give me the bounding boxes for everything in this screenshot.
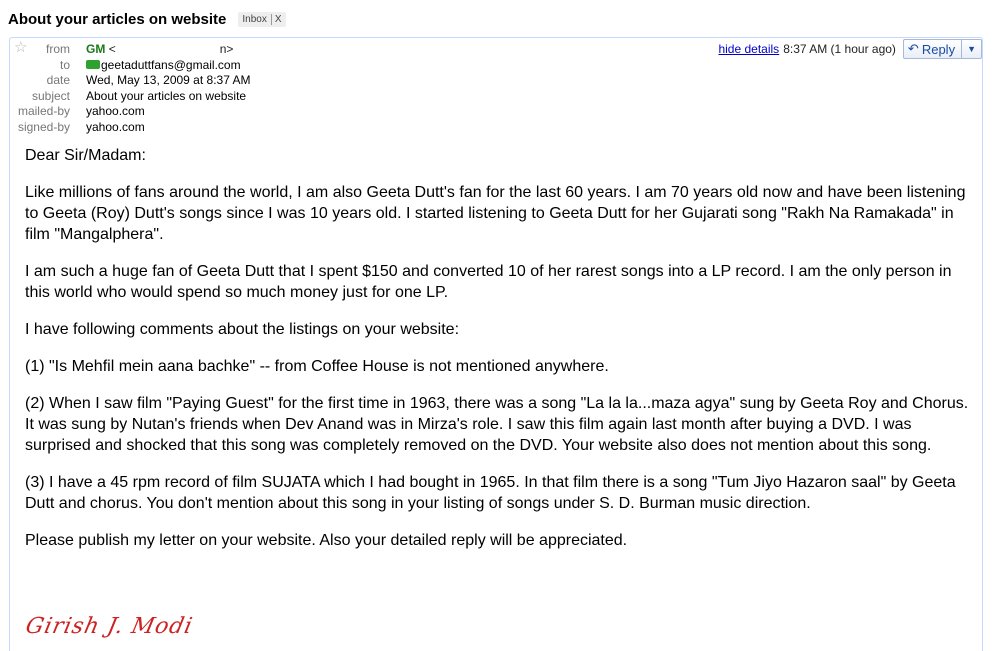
more-options-button[interactable]: ▼ (962, 40, 981, 58)
reply-label: Reply (921, 41, 956, 57)
hide-details-link[interactable]: hide details (718, 42, 779, 56)
mailed-by-row: mailed-by yahoo.com (10, 103, 145, 119)
subject-row: subject About your articles on website (10, 88, 246, 104)
reply-button[interactable]: ↶ Reply (904, 40, 963, 58)
signed-by-label: signed-by (17, 120, 70, 134)
message-actions: hide details 8:37 AM (1 hour ago) ↶ Repl… (718, 38, 982, 60)
subject-label: subject (31, 89, 70, 103)
to-label: to (59, 58, 70, 72)
date-row: date Wed, May 13, 2009 at 8:37 AM (10, 72, 251, 88)
mailed-by-label: mailed-by (17, 104, 70, 118)
video-chat-icon (86, 60, 100, 70)
body-paragraph: (1) "Is Mehfil mein aana bachke" -- from… (25, 358, 609, 375)
to-row: to geetaduttfans@gmail.com (10, 57, 241, 73)
subject-value: About your articles on website (86, 89, 247, 103)
sender-name[interactable]: GM (86, 42, 105, 56)
mailed-by-value: yahoo.com (86, 104, 145, 118)
greeting: Dear Sir/Madam: (25, 147, 146, 164)
triangle-down-icon: ▼ (967, 44, 976, 54)
inbox-label-text: Inbox (242, 13, 267, 25)
reply-arrow-icon: ↶ (907, 41, 919, 56)
handwritten-signature: Girish J. Modi (23, 614, 196, 639)
inbox-label-chip[interactable]: Inbox X (238, 11, 286, 27)
message-time: 8:37 AM (1 hour ago) (783, 42, 896, 56)
sender-email-open: < (108, 42, 116, 56)
message-card: ☆ from GM < n> to geetaduttfans@gmail.com… (9, 37, 983, 651)
remove-label-button[interactable]: X (270, 13, 282, 25)
redacted-email (115, 43, 220, 56)
body-paragraph: (2) When I saw film "Paying Guest" for t… (25, 395, 969, 454)
recipient-email: geetaduttfans@gmail.com (101, 58, 241, 72)
body-paragraph: I am such a huge fan of Geeta Dutt that … (25, 263, 952, 301)
reply-button-group: ↶ Reply ▼ (902, 39, 982, 59)
message-body: Dear Sir/Madam: Like millions of fans ar… (25, 145, 970, 567)
body-paragraph: I have following comments about the list… (25, 321, 460, 338)
body-paragraph: (3) I have a 45 rpm record of film SUJAT… (25, 474, 956, 512)
thread-subject-bar: About your articles on website Inbox X (8, 8, 286, 30)
from-label: from (46, 42, 70, 56)
body-paragraph: Please publish my letter on your website… (25, 532, 628, 549)
from-row: from GM < n> (10, 41, 233, 57)
thread-subject: About your articles on website (8, 10, 227, 28)
signed-by-row: signed-by yahoo.com (10, 119, 145, 135)
date-label: date (46, 73, 70, 87)
signed-by-value: yahoo.com (86, 120, 145, 134)
sender-email-close: n> (219, 42, 234, 56)
body-paragraph: Like millions of fans around the world, … (25, 184, 966, 243)
date-value: Wed, May 13, 2009 at 8:37 AM (86, 73, 251, 87)
